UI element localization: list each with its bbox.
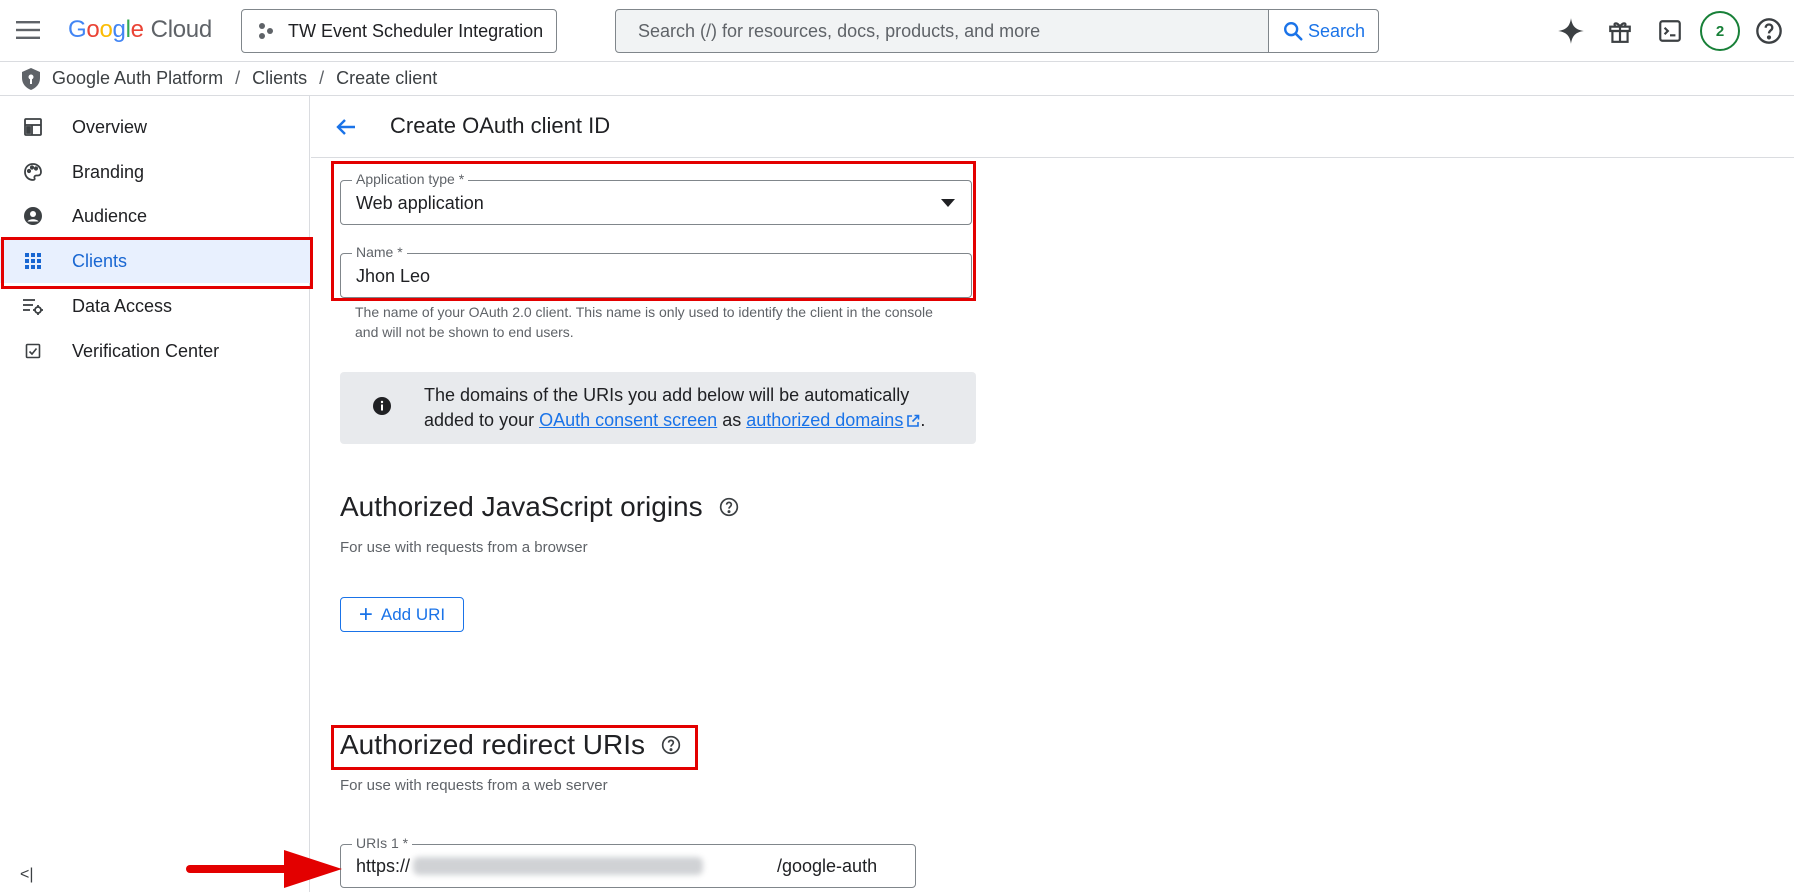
name-label: Name * (352, 244, 407, 260)
name-field[interactable]: Name * Jhon Leo (340, 244, 972, 298)
sidebar-item-verification-center[interactable]: Verification Center (0, 329, 310, 373)
redacted-domain (413, 857, 703, 875)
redirect-uri-field[interactable]: URIs 1 * https:// /google-auth (340, 835, 916, 888)
breadcrumb-create-client: Create client (336, 68, 438, 88)
terminal-icon (1659, 20, 1681, 42)
search-bar: Search (615, 9, 1379, 53)
apps-grid-icon (22, 250, 44, 272)
gift-icon (1609, 22, 1631, 43)
gift-button[interactable] (1601, 12, 1639, 50)
collapse-sidebar-button[interactable]: <| (20, 866, 34, 884)
redirect-uri-label: URIs 1 * (352, 835, 413, 851)
breadcrumb-separator: / (319, 68, 325, 88)
application-type-select[interactable]: Application type * Web application (340, 171, 972, 225)
top-bar: Go o g l e Cloud TW Event Scheduler Integrati… (0, 0, 1794, 62)
js-origins-title: Authorized JavaScript origins (340, 491, 739, 523)
redirect-uri-prefix: https:// (356, 856, 411, 876)
breadcrumb-separator: / (235, 68, 241, 88)
google-cloud-logo[interactable]: Go o g l e Cloud (68, 14, 212, 46)
hamburger-menu-icon (16, 21, 40, 39)
name-value: Jhon Leo (356, 266, 431, 286)
sidebar-item-data-access[interactable]: Data Access (0, 284, 310, 328)
arrow-back-icon (336, 119, 355, 135)
sparkle-icon (1558, 18, 1584, 44)
sidebar-item-audience[interactable]: Audience (0, 194, 310, 238)
redirect-uri-suffix: /google-auth (777, 856, 878, 876)
application-type-value: Web application (356, 193, 484, 213)
breadcrumb-auth-platform[interactable]: Google Auth Platform (52, 68, 223, 89)
sidebar-item-overview[interactable]: Overview (0, 105, 310, 149)
search-icon (1283, 22, 1303, 41)
shield-icon (22, 67, 40, 90)
page-title: Create OAuth client ID (390, 113, 611, 138)
red-arrow-annotation (186, 850, 342, 888)
project-selector-button[interactable]: TW Event Scheduler Integration (241, 9, 557, 53)
project-name: TW Event Scheduler Integration (288, 20, 544, 41)
palette-icon (22, 161, 44, 183)
dropdown-arrow-icon (941, 199, 955, 207)
back-button[interactable] (331, 112, 361, 142)
project-dots-icon (259, 23, 273, 39)
breadcrumb-clients[interactable]: Clients (252, 68, 307, 89)
js-origins-subtitle: For use with requests from a browser (340, 539, 588, 556)
breadcrumb: Google Auth Platform / Clients / Create … (0, 62, 1794, 96)
help-icon (1756, 18, 1782, 44)
redirect-uris-title: Authorized redirect URIs (340, 729, 681, 761)
info-icon (373, 397, 391, 415)
sidebar-item-branding[interactable]: Branding (0, 150, 310, 194)
plus-icon: + (358, 600, 373, 628)
oauth-consent-screen-link[interactable]: OAuth consent screen (539, 410, 717, 430)
name-hint: The name of your OAuth 2.0 client. This … (355, 304, 933, 340)
sidebar-item-clients[interactable]: Clients (0, 239, 310, 283)
external-link-icon (907, 414, 920, 427)
application-type-label: Application type * (352, 171, 469, 187)
search-input[interactable] (616, 10, 1268, 52)
checkbox-icon (22, 340, 44, 362)
redirect-uris-subtitle: For use with requests from a web server (340, 777, 608, 794)
dashboard-icon (22, 116, 44, 138)
gemini-button[interactable] (1552, 12, 1590, 50)
info-text: The domains of the URIs you add below wi… (424, 385, 926, 430)
help-icon[interactable] (719, 497, 739, 517)
sidebar: Overview Branding Audience Clients Data … (0, 96, 310, 892)
cloud-shell-button[interactable] (1651, 12, 1689, 50)
data-settings-icon (22, 295, 44, 317)
page-header: Create OAuth client ID (311, 96, 1794, 158)
authorized-domains-link[interactable]: authorized domains (746, 410, 903, 430)
help-icon[interactable] (661, 735, 681, 755)
add-uri-button[interactable]: + Add URI (340, 597, 464, 632)
main-menu-button[interactable] (10, 12, 46, 48)
help-button[interactable] (1750, 12, 1788, 50)
notifications-badge[interactable]: 2 (1700, 11, 1740, 51)
search-button[interactable]: Search (1268, 10, 1378, 52)
person-icon (22, 205, 44, 227)
info-box: The domains of the URIs you add below wi… (340, 372, 976, 444)
